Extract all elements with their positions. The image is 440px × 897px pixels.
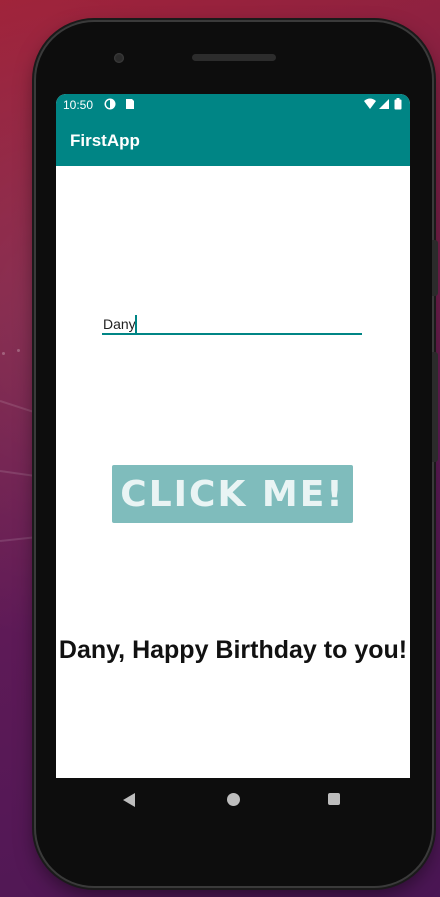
earpiece-speaker [192, 54, 276, 61]
name-input[interactable] [102, 297, 362, 335]
wallpaper-dot [17, 349, 20, 352]
volume-button [432, 352, 438, 462]
front-camera [114, 53, 124, 63]
back-icon[interactable] [123, 793, 135, 807]
signal-icon [378, 98, 390, 110]
status-bar: 10:50 [56, 94, 410, 116]
phone-frame: 10:50 FirstApp Dany CLICK ME! Dany, Happ… [36, 22, 438, 886]
wallpaper-dot [2, 352, 5, 355]
status-time: 10:50 [63, 98, 94, 112]
navigation-bar [56, 778, 410, 822]
wifi-icon [364, 98, 376, 110]
text-cursor [135, 315, 137, 334]
sd-card-icon [124, 98, 136, 110]
click-me-button[interactable]: CLICK ME! [112, 465, 353, 523]
app-notification-icon [104, 98, 116, 110]
app-bar: FirstApp [56, 116, 410, 166]
battery-icon [394, 98, 406, 110]
app-title: FirstApp [70, 131, 140, 150]
name-input-value: Dany [103, 316, 136, 332]
home-icon[interactable] [227, 793, 240, 806]
app-screen: 10:50 FirstApp Dany CLICK ME! Dany, Happ… [56, 94, 410, 778]
greeting-message: Dany, Happy Birthday to you! [58, 636, 408, 664]
power-button [432, 240, 438, 296]
recents-icon[interactable] [328, 793, 340, 805]
